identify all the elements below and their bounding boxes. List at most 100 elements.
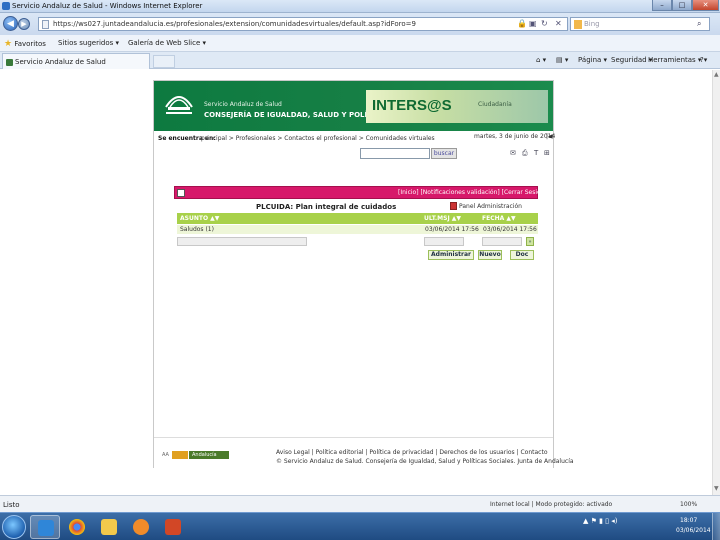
column-ult-msj-label: ULT.MSJ: [424, 215, 450, 222]
filter-ult-msj-input[interactable]: [424, 237, 464, 246]
tab-active[interactable]: Servicio Andaluz de Salud: [2, 53, 150, 69]
clock-date[interactable]: 03/06/2014: [676, 527, 711, 534]
nuevo-button[interactable]: Nuevo: [478, 250, 502, 260]
site-page: Servicio Andaluz de Salud CONSEJERÍA DE …: [153, 80, 574, 468]
filter-asunto-input[interactable]: [177, 237, 307, 246]
row-last-msg: 03/06/2014 17:56: [425, 226, 479, 233]
star-icon: ★: [4, 39, 13, 49]
url-text[interactable]: https://ws027.juntadeandalucia.es/profes…: [53, 20, 416, 28]
taskbar-ie[interactable]: [30, 515, 60, 539]
taskbar-explorer[interactable]: [94, 515, 124, 539]
accessibility-badge[interactable]: [172, 451, 188, 459]
minimize-button[interactable]: –: [652, 0, 672, 11]
window-title: Servicio Andaluz de Salud - Windows Inte…: [12, 2, 203, 10]
clock-time[interactable]: 18:07: [680, 517, 697, 524]
forum-title: PLCUIDA: Plan integral de cuidados: [256, 203, 397, 211]
site-favicon: [6, 59, 13, 66]
favorites-label: Favoritos: [14, 40, 46, 48]
date-marker: |◀: [546, 133, 553, 140]
security-menu[interactable]: Seguridad ▾: [611, 56, 652, 64]
tab-label: Servicio Andaluz de Salud: [15, 58, 106, 66]
taskbar-media[interactable]: [126, 515, 156, 539]
home-icon[interactable]: ⌂ ▾: [536, 56, 546, 64]
chrome-icon: [69, 519, 85, 535]
status-bar: Listo Internet local | Modo protegido: a…: [0, 495, 720, 512]
mail-icon[interactable]: ✉: [510, 149, 516, 157]
tree-icon[interactable]: ⊞: [544, 149, 550, 157]
system-tray[interactable]: ▲ ⚑ ▮ ▯ ◂): [583, 517, 618, 525]
status-text: Listo: [3, 501, 20, 509]
taskbar: ▲ ⚑ ▮ ▯ ◂) 18:07 03/06/2014: [0, 512, 720, 540]
column-asunto[interactable]: ASUNTO ▲▼: [180, 215, 219, 222]
close-button[interactable]: ✕: [692, 0, 719, 11]
forward-button[interactable]: ▶: [18, 18, 30, 30]
scroll-up-icon[interactable]: ▲: [714, 71, 719, 78]
tab-row: Servicio Andaluz de Salud ⌂ ▾ ▤ ▾ Página…: [0, 52, 720, 69]
new-tab-button[interactable]: [153, 55, 175, 68]
lock-icon[interactable]: 🔒: [517, 19, 527, 28]
page-icon: [42, 20, 49, 29]
page-menu[interactable]: Página ▾: [578, 56, 607, 64]
search-box[interactable]: Bing ⌕: [570, 17, 710, 31]
forum-panel: [Inicio] [Notificaciones validación] [Ce…: [174, 186, 547, 270]
admin-panel-icon[interactable]: [450, 202, 457, 210]
feeds-icon[interactable]: ▤ ▾: [556, 56, 568, 64]
junta-logo-icon: [165, 96, 193, 114]
panel-links[interactable]: [Inicio] [Notificaciones validación] [Ce…: [398, 189, 547, 196]
taskbar-chrome[interactable]: [62, 515, 92, 539]
stop-icon[interactable]: ✕: [555, 19, 562, 28]
filter-go-button[interactable]: »: [526, 237, 534, 246]
search-placeholder: Bing: [584, 20, 600, 28]
maximize-button[interactable]: □: [672, 0, 692, 11]
site-footer: AA Andalucía Aviso Legal | Política edit…: [154, 437, 574, 468]
breadcrumb-trail[interactable]: principal > Profesionales > Contactos el…: [201, 135, 435, 142]
site-search-input[interactable]: [360, 148, 430, 159]
administrar-button[interactable]: Administrar: [428, 250, 474, 260]
start-button[interactable]: [2, 515, 26, 539]
zoom-level[interactable]: 100%: [680, 501, 697, 508]
suggested-sites-link[interactable]: Sitios sugeridos ▾: [58, 39, 119, 47]
powerpoint-icon: [165, 519, 181, 535]
show-desktop-button[interactable]: [712, 513, 720, 540]
tools-menu-label: Herramientas: [648, 56, 696, 64]
intersas-brand: INTERS@S Ciudadanía: [366, 90, 548, 123]
row-subject[interactable]: Saludos (1): [180, 226, 214, 233]
footer-copyright: © Servicio Andaluz de Salud. Consejería …: [276, 458, 574, 465]
web-slice-gallery-link[interactable]: Galería de Web Slice ▾: [128, 39, 206, 47]
page-menu-label: Página: [578, 56, 602, 64]
scroll-down-icon[interactable]: ▼: [714, 485, 719, 492]
search-icon[interactable]: ⌕: [697, 19, 701, 29]
column-fecha-label: FECHA: [482, 215, 505, 222]
back-button[interactable]: ◀: [3, 16, 18, 31]
filter-fecha-input[interactable]: [482, 237, 522, 246]
admin-panel-link[interactable]: Panel Administración: [459, 203, 522, 210]
address-row: ◀ ▶ https://ws027.juntadeandalucia.es/pr…: [0, 13, 720, 35]
favorites-button[interactable]: ★ Favoritos: [4, 39, 46, 49]
print-icon[interactable]: ⎙: [522, 149, 528, 158]
brand-name: INTERS@S: [372, 97, 452, 114]
help-icon[interactable]: ?▾: [700, 56, 707, 64]
site-search-button[interactable]: buscar: [431, 148, 457, 159]
address-bar[interactable]: https://ws027.juntadeandalucia.es/profes…: [38, 17, 568, 31]
footer-links[interactable]: Aviso Legal | Política editorial | Polít…: [276, 449, 548, 456]
refresh-icon[interactable]: ↻: [541, 19, 548, 28]
sort-icon[interactable]: ▲▼: [210, 215, 219, 222]
table-row[interactable]: Saludos (1) 03/06/2014 17:56 03/06/2014 …: [177, 225, 538, 234]
vertical-scrollbar[interactable]: ▲ ▼: [712, 70, 720, 495]
taskbar-powerpoint[interactable]: [158, 515, 188, 539]
tools-menu[interactable]: Herramientas ▾: [648, 56, 701, 64]
security-zone[interactable]: Internet local | Modo protegido: activad…: [490, 501, 612, 508]
site-banner: Servicio Andaluz de Salud CONSEJERÍA DE …: [154, 81, 553, 131]
andalucia-badge[interactable]: Andalucía: [189, 451, 229, 459]
sort-icon[interactable]: ▲▼: [452, 215, 461, 222]
sort-icon[interactable]: ▲▼: [506, 215, 515, 222]
printer-icon[interactable]: [177, 189, 185, 197]
web-slice-label: Galería de Web Slice: [128, 39, 201, 47]
font-size-icon[interactable]: T: [534, 149, 538, 157]
aa-icon: AA: [162, 452, 169, 458]
doc-button[interactable]: Doc: [510, 250, 534, 260]
compatibility-icon[interactable]: ▣: [529, 19, 537, 28]
column-ult-msj[interactable]: ULT.MSJ ▲▼: [424, 215, 461, 222]
column-fecha[interactable]: FECHA ▲▼: [482, 215, 516, 222]
column-asunto-label: ASUNTO: [180, 215, 209, 222]
